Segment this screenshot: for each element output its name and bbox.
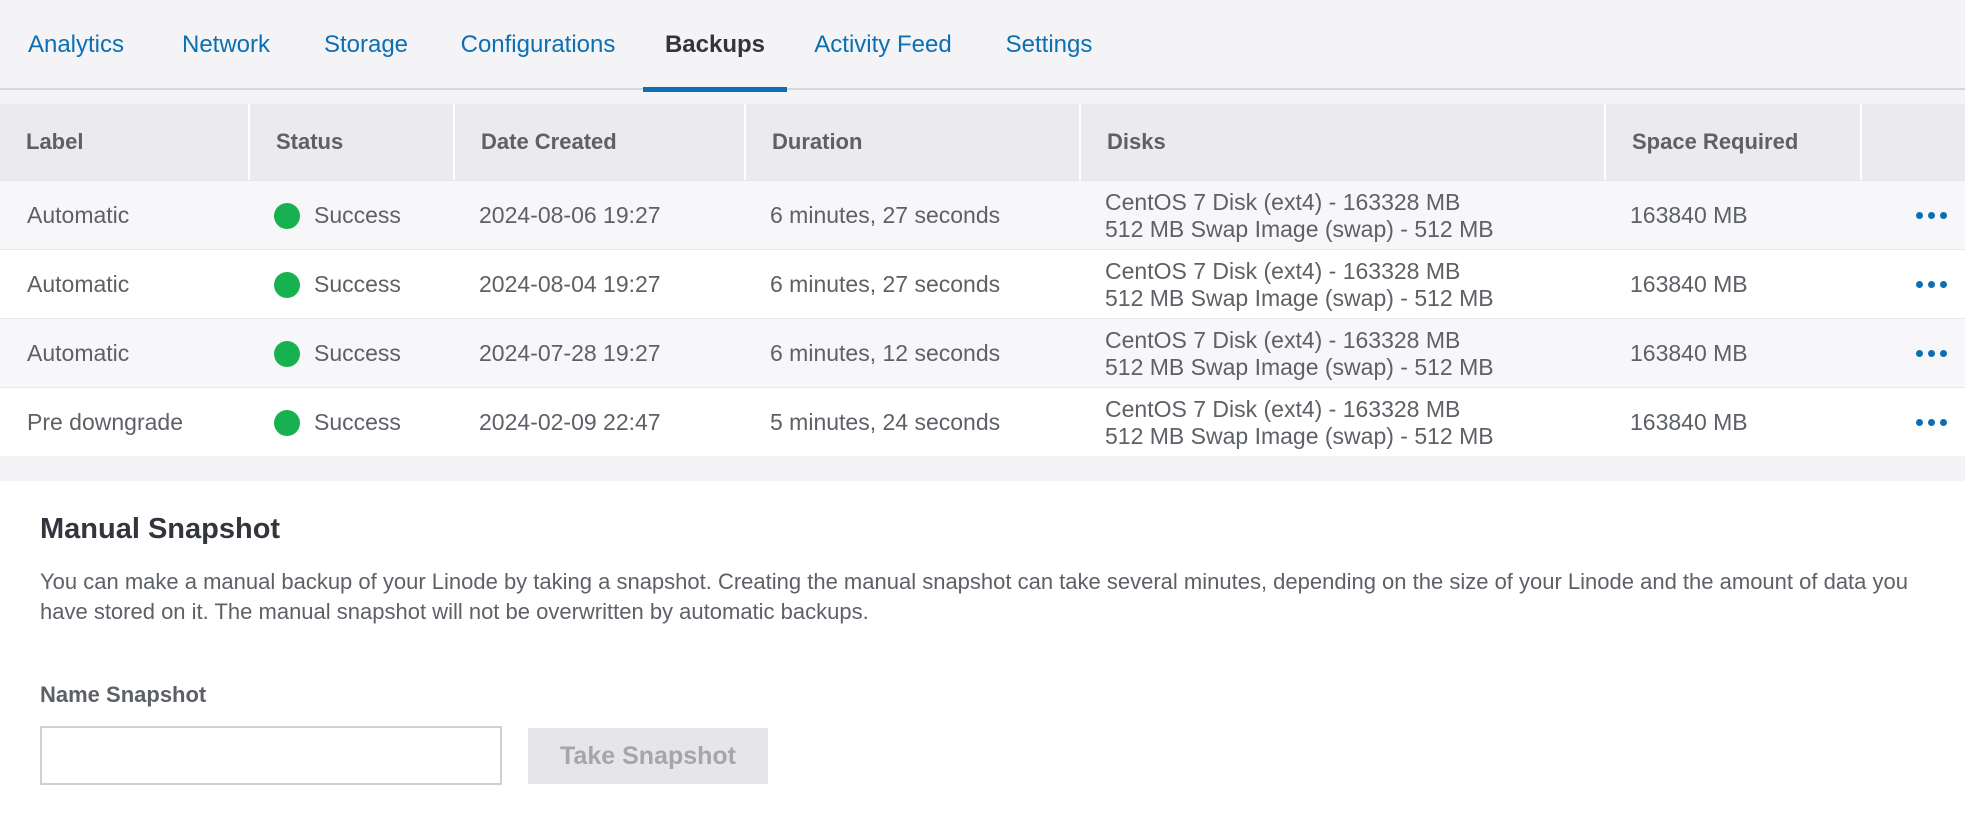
column-header-space-required[interactable]: Space Required [1604,104,1860,180]
tab-configurations[interactable]: Configurations [446,0,630,90]
tab-label: Settings [1005,31,1093,58]
tab-backups[interactable]: Backups [643,0,787,92]
status-text: Success [314,271,401,297]
column-header-label[interactable]: Label [0,104,248,180]
backup-disks: CentOS 7 Disk (ext4) - 163328 MB 512 MB … [1105,250,1494,319]
tab-analytics[interactable]: Analytics [14,0,138,90]
backup-disks: CentOS 7 Disk (ext4) - 163328 MB 512 MB … [1105,181,1494,250]
disk-entry: 512 MB Swap Image (swap) - 512 MB [1105,422,1494,449]
tab-underline [643,87,787,92]
tab-label: Analytics [27,31,125,58]
disk-entry: CentOS 7 Disk (ext4) - 163328 MB [1105,188,1461,215]
more-horizontal-icon[interactable] [1916,250,1965,319]
table-row: Pre downgrade Success 2024-02-09 22:47 5… [0,387,1965,456]
tab-network[interactable]: Network [166,0,286,90]
disk-entry: CentOS 7 Disk (ext4) - 163328 MB [1105,326,1461,353]
tab-settings[interactable]: Settings [992,0,1106,90]
disk-entry: 512 MB Swap Image (swap) - 512 MB [1105,215,1494,242]
backup-label: Automatic [27,271,130,297]
backup-date: 2024-07-28 19:27 [479,340,661,366]
panel-title: Manual Snapshot [40,513,281,545]
table-row: Automatic Success 2024-08-06 19:27 6 min… [0,180,1965,249]
manual-snapshot-panel: Manual Snapshot You can make a manual ba… [0,481,1965,815]
backups-table: Label Status Date Created Duration Disks… [0,104,1965,456]
more-horizontal-icon[interactable] [1916,181,1965,250]
column-header-disks[interactable]: Disks [1079,104,1604,180]
status-success-icon [274,271,300,298]
backup-label: Automatic [27,340,130,366]
table-header: Label Status Date Created Duration Disks… [0,104,1965,180]
snapshot-name-input[interactable] [40,726,502,785]
tab-activity-feed[interactable]: Activity Feed [800,0,966,90]
backup-duration: 6 minutes, 12 seconds [770,340,1001,366]
column-header-duration[interactable]: Duration [744,104,1079,180]
panel-description: You can make a manual backup of your Lin… [40,569,1908,624]
backup-space: 163840 MB [1630,202,1748,228]
tab-label: Network [181,31,271,58]
table-row: Automatic Success 2024-07-28 19:27 6 min… [0,318,1965,387]
backup-space: 163840 MB [1630,340,1748,366]
disk-entry: CentOS 7 Disk (ext4) - 163328 MB [1105,257,1461,284]
disk-entry: 512 MB Swap Image (swap) - 512 MB [1105,353,1494,380]
backup-status: Success [274,388,401,457]
backup-disks: CentOS 7 Disk (ext4) - 163328 MB 512 MB … [1105,388,1494,457]
disk-entry: 512 MB Swap Image (swap) - 512 MB [1105,284,1494,311]
snapshot-name-label: Name Snapshot [40,682,207,707]
more-horizontal-icon[interactable] [1916,319,1965,388]
status-text: Success [314,409,401,435]
status-success-icon [274,409,300,436]
column-header-status[interactable]: Status [248,104,453,180]
tab-label: Activity Feed [814,31,952,58]
tab-bar: Analytics Network Storage Configurations… [0,0,1965,92]
backup-duration: 6 minutes, 27 seconds [770,202,1001,228]
status-text: Success [314,340,401,366]
tab-label: Configurations [460,31,616,58]
backup-label: Automatic [27,202,130,228]
backup-status: Success [274,250,401,319]
backup-duration: 5 minutes, 24 seconds [770,409,1001,435]
status-text: Success [314,202,401,228]
more-horizontal-icon[interactable] [1916,388,1965,457]
backup-date: 2024-08-04 19:27 [479,271,661,297]
tab-label: Backups [664,31,766,58]
tab-storage[interactable]: Storage [313,0,419,90]
backup-space: 163840 MB [1630,409,1748,435]
backup-status: Success [274,181,401,250]
backup-duration: 6 minutes, 27 seconds [770,271,1001,297]
backup-label: Pre downgrade [27,409,183,435]
status-success-icon [274,340,300,367]
backup-space: 163840 MB [1630,271,1748,297]
column-header-date-created[interactable]: Date Created [453,104,744,180]
backup-date: 2024-02-09 22:47 [479,409,661,435]
backup-status: Success [274,319,401,388]
backup-disks: CentOS 7 Disk (ext4) - 163328 MB 512 MB … [1105,319,1494,388]
tab-label: Storage [323,31,409,58]
disk-entry: CentOS 7 Disk (ext4) - 163328 MB [1105,395,1461,422]
column-header-actions [1860,104,1965,180]
status-success-icon [274,202,300,229]
table-row: Automatic Success 2024-08-04 19:27 6 min… [0,249,1965,318]
take-snapshot-button[interactable]: Take Snapshot [528,728,768,784]
backup-date: 2024-08-06 19:27 [479,202,661,228]
